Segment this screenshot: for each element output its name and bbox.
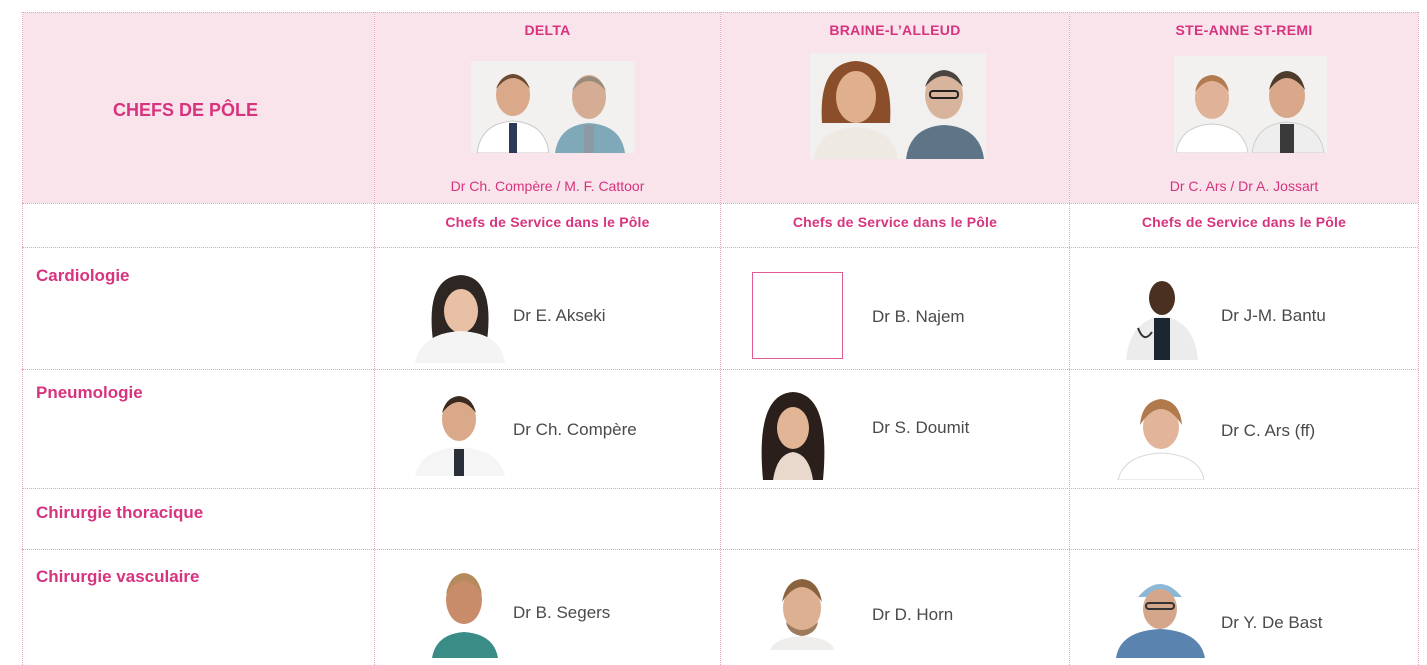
grid-line (22, 12, 1418, 13)
doctor-name: Dr E. Akseki (513, 306, 606, 325)
row-label-chirurgie-thoracique: Chirurgie thoracique (36, 503, 204, 522)
row-label-cardiologie: Cardiologie (36, 266, 130, 285)
chef-photo-pair-delta (471, 61, 635, 153)
pole-title: CHEFS DE PÔLE (113, 100, 259, 120)
subheader-delta: Chefs de Service dans le Pôle (445, 214, 650, 230)
doctor-photo (753, 388, 833, 480)
doctor-name: Dr Y. De Bast (1221, 613, 1323, 632)
grid-line (22, 203, 1418, 204)
grid-line (1069, 12, 1070, 665)
grid-line (22, 549, 1418, 550)
grid-line (374, 12, 375, 665)
grid-line (22, 12, 23, 665)
doctor-name: Dr J-M. Bantu (1221, 306, 1326, 325)
doctor-name: Dr C. Ars (ff) (1221, 421, 1316, 440)
chef-photo-pair-steanne (1174, 56, 1327, 153)
chef-names-delta: Dr Ch. Compère / M. F. Cattoor (450, 178, 645, 194)
doctor-photo (415, 271, 505, 363)
grid-line (22, 247, 1418, 248)
chef-photo-pair-braine (810, 53, 986, 159)
photo-placeholder (752, 272, 843, 359)
row-label-pneumologie: Pneumologie (36, 383, 143, 402)
grid-line (22, 488, 1418, 489)
doctor-name: Dr D. Horn (872, 605, 954, 624)
doctor-photo (1118, 272, 1206, 360)
grid-line (720, 12, 721, 665)
doctor-photo (432, 566, 498, 658)
chef-names-steanne: Dr C. Ars / Dr A. Jossart (1169, 178, 1319, 194)
doctor-photo (1116, 389, 1206, 480)
grid-line (1418, 12, 1419, 665)
row-label-chirurgie-vasculaire: Chirurgie vasculaire (36, 567, 200, 586)
grid-line (22, 369, 1418, 370)
subheader-braine: Chefs de Service dans le Pôle (792, 214, 998, 230)
subheader-steanne: Chefs de Service dans le Pôle (1141, 214, 1347, 230)
doctor-photo (415, 385, 505, 476)
doctor-photo (1116, 573, 1205, 658)
doctor-name: Dr Ch. Compère (513, 420, 637, 439)
site-name-braine: BRAINE-L’ALLEUD (829, 22, 961, 38)
site-name-delta: DELTA (524, 22, 571, 38)
doctor-name: Dr B. Segers (513, 603, 611, 622)
doctor-name: Dr B. Najem (872, 307, 965, 326)
site-name-steanne: STE-ANNE ST-REMI (1175, 22, 1313, 38)
doctor-name: Dr S. Doumit (872, 418, 970, 437)
doctor-photo (766, 572, 838, 650)
